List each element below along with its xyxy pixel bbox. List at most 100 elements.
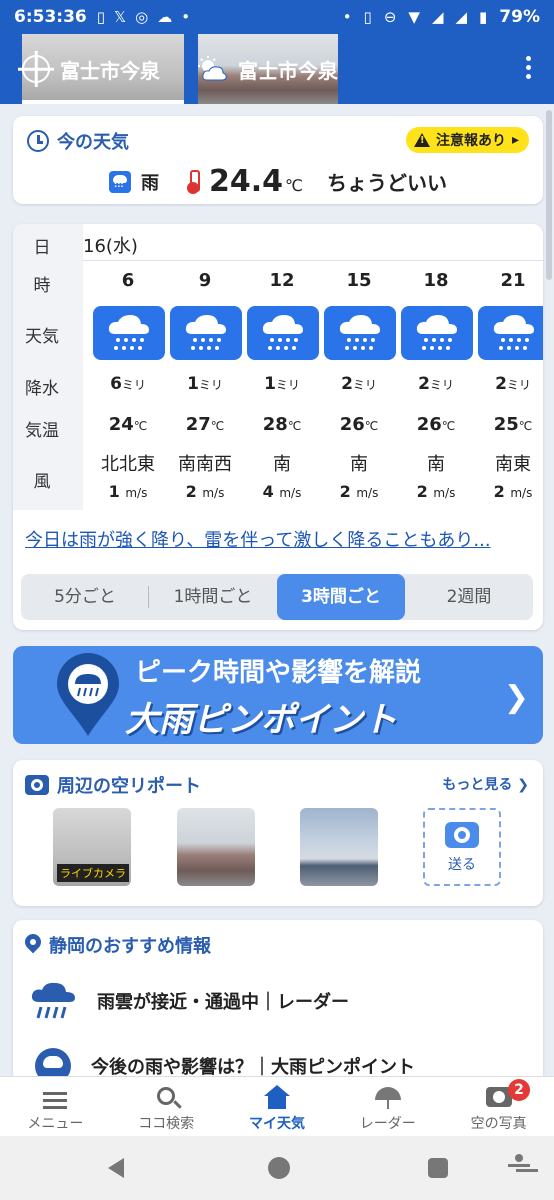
- notification-icons: ▯ 𝕏 ◎ ☁ •: [97, 8, 190, 26]
- warning-icon: [413, 133, 430, 147]
- rain-icon: [170, 306, 242, 360]
- nav-my-weather[interactable]: マイ天気: [222, 1077, 333, 1136]
- rain-icon: [401, 306, 473, 360]
- forecast-hour: 18: [423, 270, 449, 291]
- dnd-icon: ⊖: [383, 8, 397, 26]
- recents-icon[interactable]: [428, 1158, 448, 1178]
- rain-icon: [93, 306, 165, 360]
- forecast-precip: 1ミリ: [264, 374, 300, 394]
- forecast-wind-direction: 南: [273, 454, 291, 475]
- nav-search[interactable]: ココ検索: [111, 1077, 222, 1136]
- label-precip: 降水: [25, 379, 59, 399]
- rain-cloud-icon: [31, 982, 75, 1019]
- more-link[interactable]: もっと見る ❯: [442, 774, 529, 794]
- alert-badge[interactable]: 注意報あり ▸: [405, 127, 529, 153]
- forecast-column: 12 1ミリ 28℃ 南 4 m/s: [245, 224, 319, 510]
- forecast-wind-speed: 2 m/s: [185, 482, 225, 501]
- sky-report-card: 周辺の空リポート もっと見る ❯ ライブカメラ 送る: [13, 760, 543, 906]
- current-weather-card[interactable]: 今の天気 注意報あり ▸ 雨 24.4℃ ちょうどいい: [13, 116, 543, 204]
- forecast-hour: 21: [500, 270, 526, 291]
- accessibility-icon[interactable]: [508, 1154, 530, 1182]
- forecast-column: 18 2ミリ 26℃ 南 2 m/s: [399, 224, 473, 510]
- forecast-hour: 9: [198, 270, 212, 291]
- forecast-hour: 12: [269, 270, 295, 291]
- label-hour: 時: [33, 276, 51, 296]
- nav-menu[interactable]: メニュー: [0, 1077, 111, 1136]
- chevron-right-icon: ▸: [511, 132, 519, 148]
- dot-icon: •: [181, 8, 191, 26]
- banner-title: 大雨ピンポイント: [125, 700, 397, 740]
- send-photo-button[interactable]: 送る: [423, 808, 501, 886]
- forecast-temp: 26℃: [416, 414, 456, 435]
- x-app-icon: 𝕏: [114, 8, 127, 26]
- search-icon: [157, 1087, 176, 1105]
- cloud-icon: ☁: [157, 8, 173, 26]
- clock-icon: [27, 130, 49, 152]
- label-temp: 気温: [25, 421, 59, 441]
- scrollbar[interactable]: [546, 110, 552, 280]
- banner-subtitle: ピーク時間や影響を解説: [135, 658, 422, 688]
- forecast-column: 15 2ミリ 26℃ 南 2 m/s: [322, 224, 396, 510]
- forecast-temp: 24℃: [108, 414, 148, 435]
- forecast-precip: 1ミリ: [187, 374, 223, 394]
- forecast-precip: 2ミリ: [341, 374, 377, 394]
- forecast-column: 9 1ミリ 27℃ 南南西 2 m/s: [168, 224, 242, 510]
- more-options-icon[interactable]: [526, 56, 532, 79]
- nav-radar[interactable]: レーダー: [332, 1077, 443, 1136]
- partly-cloudy-icon: [198, 56, 227, 81]
- interval-5min[interactable]: 5分ごと: [21, 574, 149, 620]
- back-icon[interactable]: [108, 1158, 124, 1178]
- interval-selector[interactable]: 5分ごと 1時間ごと 3時間ごと 2週間: [21, 574, 533, 620]
- live-camera-thumbnail[interactable]: ライブカメラ: [53, 808, 131, 886]
- location-pin-icon: [25, 934, 41, 956]
- sky-photo-thumbnail[interactable]: [300, 808, 378, 886]
- tab-current-location[interactable]: 富士市今泉: [22, 34, 184, 104]
- signal-icon: ◢: [431, 8, 444, 26]
- live-camera-label: ライブカメラ: [57, 864, 129, 882]
- rec-item-radar[interactable]: 雨雲が接近・通過中｜レーダー: [29, 980, 349, 1022]
- status-bar: 6:53:36 ▯ 𝕏 ◎ ☁ • • ▯ ⊖ ▼ ◢ ◢ ▮ 79%: [0, 0, 554, 34]
- heavy-rain-banner[interactable]: ピーク時間や影響を解説 大雨ピンポイント ❯: [13, 646, 543, 744]
- thermometer-icon: [187, 169, 200, 194]
- tab-label: 富士市今泉: [238, 58, 338, 83]
- current-weather-title: 今の天気: [27, 128, 129, 154]
- current-temp: 24.4: [209, 164, 284, 199]
- forecast-hour: 15: [346, 270, 372, 291]
- rain-icon: [478, 306, 543, 360]
- forecast-wind-direction: 南南西: [178, 454, 232, 475]
- forecast-temp: 26℃: [339, 414, 379, 435]
- forecast-temp: 28℃: [262, 414, 302, 435]
- forecast-card: 日 時 天気 降水 気温 風 16(水) 6 6ミリ 24℃ 北北東 1 m/s 9 1ミリ…: [13, 224, 543, 630]
- current-weather-summary: 雨 24.4℃ ちょうどいい: [13, 164, 543, 199]
- nav-sky-photos[interactable]: 空の写真 2: [443, 1077, 554, 1136]
- rain-icon: [247, 306, 319, 360]
- forecast-row-labels: 日 時 天気 降水 気温 風: [13, 224, 83, 510]
- interval-3hour[interactable]: 3時間ごと: [277, 574, 405, 620]
- battery-icon: ▮: [479, 8, 488, 26]
- battery-percent: 79%: [499, 7, 540, 27]
- sky-photo-thumbnail[interactable]: [177, 808, 255, 886]
- menu-icon: [43, 1092, 68, 1109]
- label-wind: 風: [33, 472, 51, 492]
- forecast-column: 21 2ミリ 25℃ 南東 2 m/s: [476, 224, 543, 510]
- forecast-wind-speed: 1 m/s: [108, 482, 148, 501]
- dot-icon: •: [342, 8, 352, 26]
- forecast-comment-link[interactable]: 今日は雨が強く降り、雷を伴って激しく降ることもあり...: [25, 526, 535, 552]
- temp-unit: ℃: [285, 176, 303, 195]
- condition-text: 雨: [141, 172, 159, 194]
- forecast-temp: 27℃: [185, 414, 225, 435]
- interval-1hour[interactable]: 1時間ごと: [149, 574, 277, 620]
- rain-icon: [324, 306, 396, 360]
- app-header: 富士市今泉 富士市今泉: [0, 34, 554, 104]
- vibrate-icon: ▯: [363, 8, 372, 26]
- home-button-icon[interactable]: [268, 1157, 290, 1179]
- forecast-wind-speed: 2 m/s: [339, 482, 379, 501]
- forecast-wind-direction: 南: [427, 454, 445, 475]
- system-icons: • ▯ ⊖ ▼ ◢ ◢ ▮ 79%: [343, 7, 540, 27]
- forecast-wind-direction: 北北東: [101, 454, 155, 475]
- forecast-precip: 2ミリ: [418, 374, 454, 394]
- bottom-navigation: メニュー ココ検索 マイ天気 レーダー 空の写真 2: [0, 1076, 554, 1136]
- interval-2week[interactable]: 2週間: [405, 574, 533, 620]
- forecast-wind-speed: 2 m/s: [493, 482, 533, 501]
- tab-saved-location[interactable]: 富士市今泉: [198, 34, 338, 104]
